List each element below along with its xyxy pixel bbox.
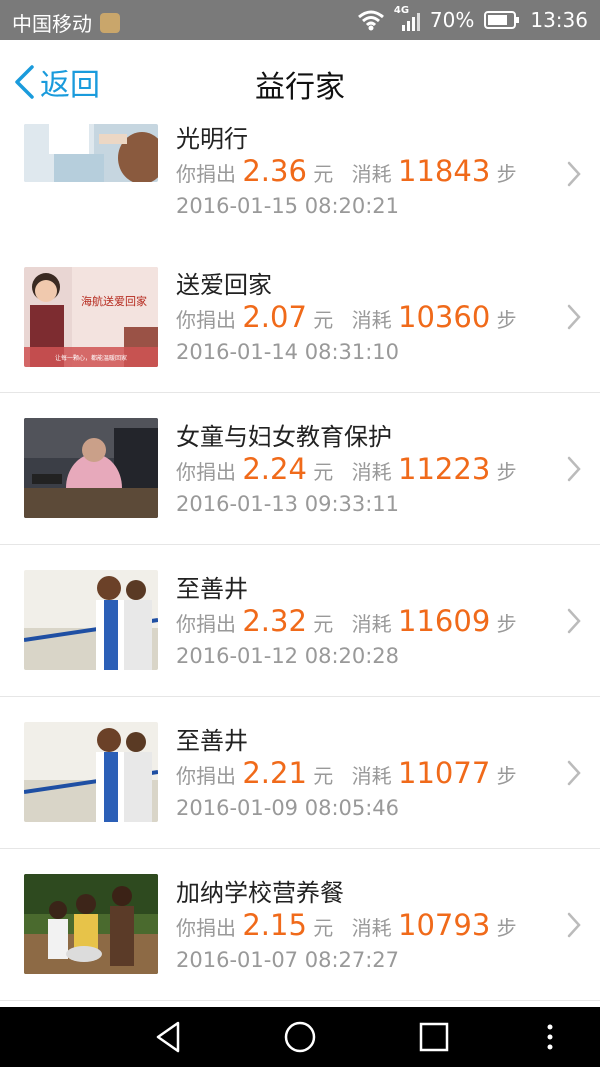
- currency-label: 元: [313, 162, 334, 186]
- consume-label: 消耗: [351, 308, 392, 332]
- home-circle-icon[interactable]: [280, 1019, 320, 1055]
- item-date: 2016-01-12 08:20:28: [176, 644, 400, 668]
- list-item[interactable]: 光明行 你捐出 2.36 元 消耗 11843 步 2016-01-15 08:…: [0, 122, 600, 242]
- list-item[interactable]: 加纳学校营养餐 你捐出 2.15 元 消耗 10793 步 2016-01-07…: [0, 849, 600, 1001]
- steps-count: 11843: [398, 154, 491, 188]
- item-thumbnail: [24, 874, 158, 974]
- cellular-signal-icon: 4G: [394, 5, 420, 31]
- chevron-right-icon: [567, 304, 581, 330]
- recents-square-icon[interactable]: [413, 1019, 453, 1055]
- thumb-banner-text: 海航送爱回家: [81, 294, 147, 308]
- list-item[interactable]: 至善井 你捐出 2.21 元 消耗 11077 步 2016-01-09 08:…: [0, 697, 600, 849]
- item-date: 2016-01-14 08:31:10: [176, 340, 400, 364]
- donation-amount: 2.36: [242, 154, 307, 188]
- currency-label: 元: [313, 460, 334, 484]
- chevron-right-icon: [567, 608, 581, 634]
- item-title: 女童与妇女教育保护: [176, 423, 392, 451]
- steps-count: 11609: [398, 604, 491, 638]
- item-title: 加纳学校营养餐: [176, 879, 344, 907]
- item-title: 光明行: [176, 125, 248, 153]
- currency-label: 元: [313, 308, 334, 332]
- steps-count: 11077: [398, 756, 491, 790]
- battery-icon: [484, 11, 520, 29]
- item-thumbnail: [24, 722, 158, 822]
- consume-label: 消耗: [351, 162, 392, 186]
- wifi-icon: [357, 10, 384, 31]
- currency-label: 元: [313, 916, 334, 940]
- item-stats: 你捐出 2.07 元 消耗 10360 步: [176, 300, 540, 337]
- carrier-name: 中国移动: [12, 12, 92, 36]
- donate-label: 你捐出: [176, 612, 236, 636]
- item-stats: 你捐出 2.36 元 消耗 11843 步: [176, 154, 540, 191]
- steps-unit: 步: [496, 916, 517, 940]
- currency-label: 元: [313, 612, 334, 636]
- consume-label: 消耗: [351, 460, 392, 484]
- page-title: 益行家: [255, 70, 345, 105]
- chevron-right-icon: [567, 760, 581, 786]
- donate-label: 你捐出: [176, 460, 236, 484]
- list-item[interactable]: 至善井 你捐出 2.32 元 消耗 11609 步 2016-01-12 08:…: [0, 545, 600, 697]
- steps-count: 10793: [398, 908, 491, 942]
- donate-label: 你捐出: [176, 916, 236, 940]
- consume-label: 消耗: [351, 612, 392, 636]
- item-stats: 你捐出 2.32 元 消耗 11609 步: [176, 604, 540, 641]
- item-title: 送爱回家: [176, 271, 272, 299]
- item-date: 2016-01-07 08:27:27: [176, 948, 400, 972]
- list-item[interactable]: 女童与妇女教育保护 你捐出 2.24 元 消耗 11223 步 2016-01-…: [0, 393, 600, 545]
- item-stats: 你捐出 2.21 元 消耗 11077 步: [176, 756, 540, 793]
- item-thumbnail: [24, 570, 158, 670]
- status-bar: 中国移动 4G 70% 13:36: [0, 0, 600, 40]
- steps-unit: 步: [496, 612, 517, 636]
- steps-unit: 步: [496, 764, 517, 788]
- item-date: 2016-01-09 08:05:46: [176, 796, 400, 820]
- steps-count: 11223: [398, 452, 491, 486]
- consume-label: 消耗: [351, 916, 392, 940]
- donation-amount: 2.32: [242, 604, 307, 638]
- donate-label: 你捐出: [176, 308, 236, 332]
- steps-count: 10360: [398, 300, 491, 334]
- consume-label: 消耗: [351, 764, 392, 788]
- item-title: 至善井: [176, 575, 248, 603]
- thumb-sub-text: 让每一颗心，都能温暖回家: [55, 354, 127, 362]
- system-nav-bar: [0, 1007, 600, 1067]
- more-vertical-icon[interactable]: [530, 1019, 570, 1055]
- donate-label: 你捐出: [176, 162, 236, 186]
- currency-label: 元: [313, 764, 334, 788]
- item-thumbnail: 海航送爱回家 让每一颗心，都能温暖回家: [24, 267, 158, 367]
- item-thumbnail: [24, 124, 158, 182]
- battery-percent: 70%: [429, 8, 475, 32]
- donate-label: 你捐出: [176, 764, 236, 788]
- chevron-right-icon: [567, 161, 581, 187]
- chevron-right-icon: [567, 912, 581, 938]
- back-triangle-icon[interactable]: [150, 1019, 190, 1055]
- item-title: 至善井: [176, 727, 248, 755]
- steps-unit: 步: [496, 162, 517, 186]
- donation-amount: 2.15: [242, 908, 307, 942]
- donation-amount: 2.21: [242, 756, 307, 790]
- steps-unit: 步: [496, 460, 517, 484]
- list-item[interactable]: 海航送爱回家 让每一颗心，都能温暖回家 送爱回家 你捐出 2.07 元 消耗 1…: [0, 241, 600, 393]
- nav-header: 返回 益行家: [0, 40, 600, 122]
- donation-amount: 2.07: [242, 300, 307, 334]
- item-stats: 你捐出 2.24 元 消耗 11223 步: [176, 452, 540, 489]
- steps-unit: 步: [496, 308, 517, 332]
- app-notification-icon: [100, 12, 120, 33]
- item-stats: 你捐出 2.15 元 消耗 10793 步: [176, 908, 540, 945]
- donation-list: 光明行 你捐出 2.36 元 消耗 11843 步 2016-01-15 08:…: [0, 122, 600, 1007]
- donation-amount: 2.24: [242, 452, 307, 486]
- item-date: 2016-01-13 09:33:11: [176, 492, 400, 516]
- item-thumbnail: [24, 418, 158, 518]
- clock-time: 13:36: [530, 8, 588, 32]
- chevron-right-icon: [567, 456, 581, 482]
- item-date: 2016-01-15 08:20:21: [176, 194, 400, 218]
